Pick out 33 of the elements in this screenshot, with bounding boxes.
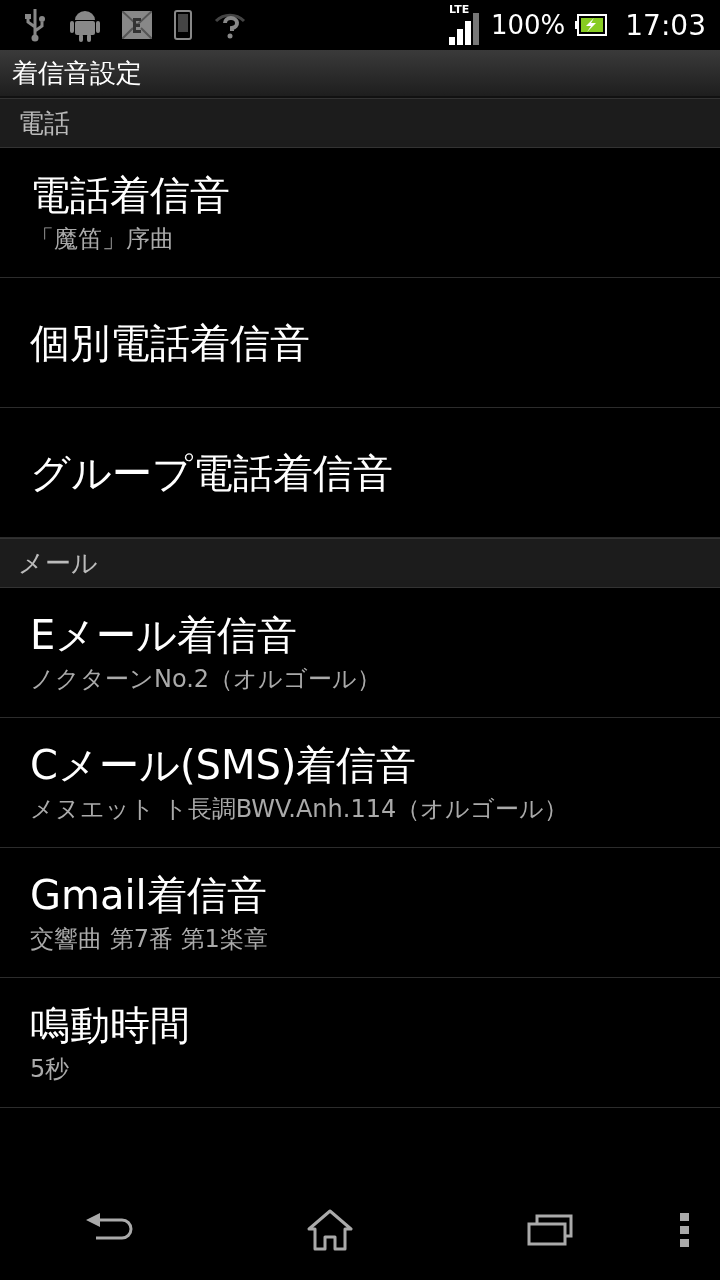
item-title: グループ電話着信音	[30, 448, 393, 497]
item-summary: 5秒	[30, 1053, 70, 1085]
item-title: Eメール着信音	[30, 610, 298, 659]
item-title: 鳴動時間	[30, 1000, 190, 1049]
item-summary: ノクターンNo.2（オルゴール）	[30, 663, 382, 695]
mail-icon	[122, 11, 152, 39]
phone-icon	[174, 10, 192, 40]
clock: 17:03	[625, 8, 706, 42]
android-icon	[70, 8, 100, 42]
item-summary: 「魔笛」序曲	[30, 223, 174, 255]
network-type: LTE	[448, 3, 470, 16]
usb-icon	[22, 7, 48, 43]
item-summary: 交響曲 第7番 第1楽章	[30, 923, 268, 955]
screen-title: 着信音設定	[11, 56, 143, 90]
battery-percent: 100%	[490, 10, 566, 40]
settings-item[interactable]: 電話着信音 「魔笛」序曲	[0, 148, 720, 278]
item-title: Cメール(SMS)着信音	[30, 740, 417, 789]
settings-item[interactable]: 個別電話着信音	[0, 278, 720, 408]
recent-apps-icon[interactable]	[527, 1214, 573, 1246]
item-summary: メヌエット ト長調BWV.Anh.114（オルゴール）	[30, 793, 569, 825]
settings-item[interactable]: Eメール着信音 ノクターンNo.2（オルゴール）	[0, 588, 720, 718]
battery-icon	[575, 14, 608, 36]
wifi-question-icon	[214, 11, 246, 39]
section-header: メール	[17, 546, 98, 580]
item-title: 電話着信音	[30, 170, 230, 219]
settings-item[interactable]: Cメール(SMS)着信音 メヌエット ト長調BWV.Anh.114（オルゴール）	[0, 718, 720, 848]
settings-item[interactable]: 鳴動時間 5秒	[0, 978, 720, 1108]
settings-item[interactable]: Gmail着信音 交響曲 第7番 第1楽章	[0, 848, 720, 978]
item-title: 個別電話着信音	[30, 318, 310, 367]
section-header: 電話	[17, 106, 70, 140]
menu-icon[interactable]	[680, 1213, 690, 1247]
item-title: Gmail着信音	[30, 870, 267, 919]
home-icon[interactable]	[307, 1209, 353, 1251]
